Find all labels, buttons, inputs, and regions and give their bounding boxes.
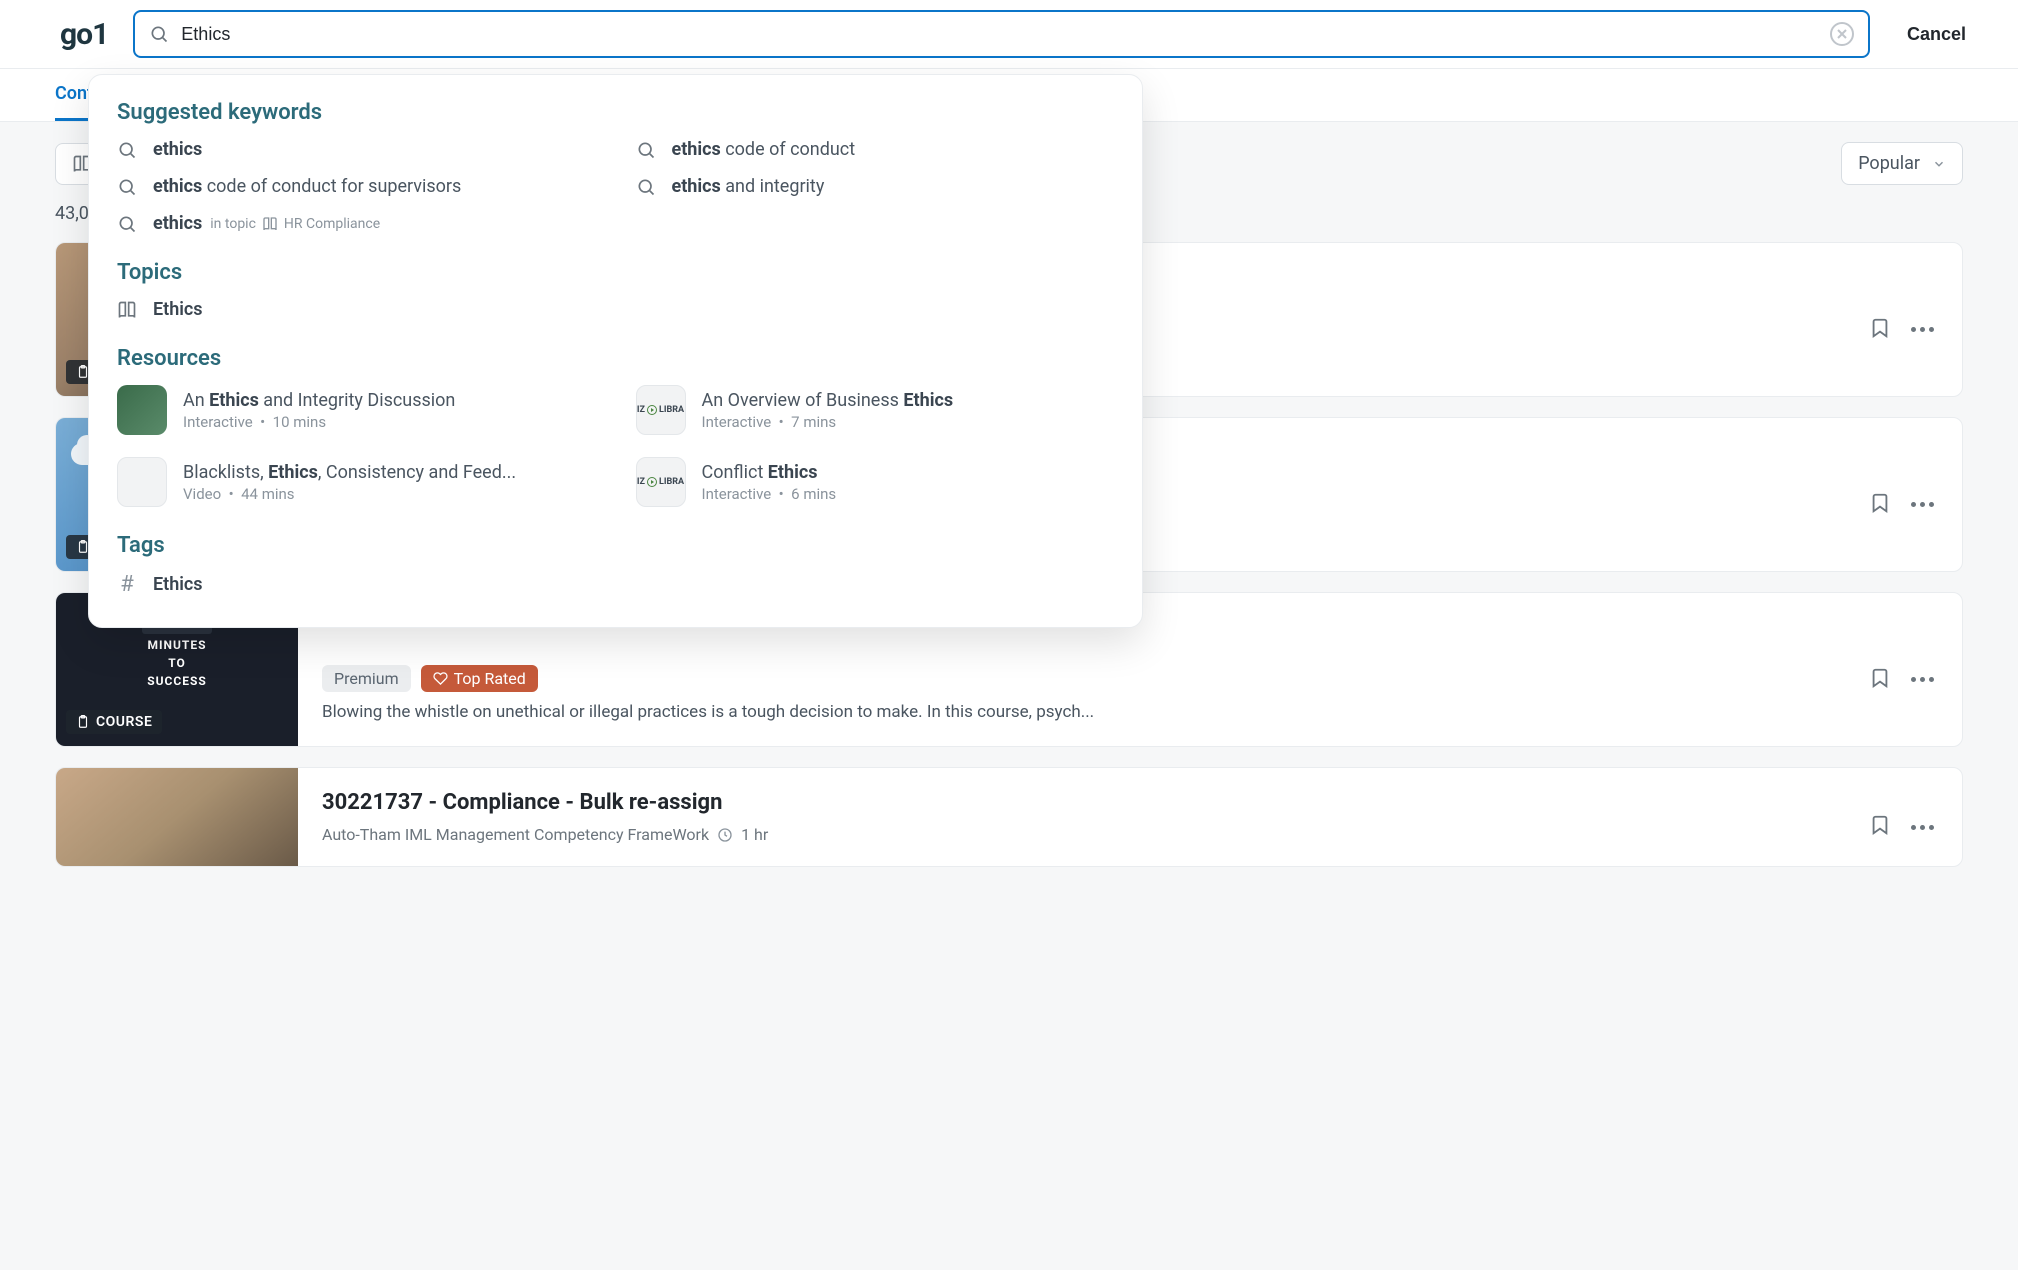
search-icon <box>117 177 137 197</box>
keyword-suggestion[interactable]: ethics in topic HR Compliance <box>117 213 596 234</box>
topics-section: Topics Ethics <box>117 260 1114 320</box>
hash-icon: # <box>117 572 137 597</box>
premium-badge: Premium <box>322 665 411 692</box>
bookmark-icon <box>1869 317 1891 339</box>
close-icon <box>1837 29 1847 39</box>
card-thumbnail <box>56 768 298 866</box>
card-actions <box>1869 243 1962 396</box>
bookmark-button[interactable] <box>1869 317 1891 343</box>
section-title: Tags <box>117 533 1114 558</box>
cancel-button[interactable]: Cancel <box>1895 16 1978 53</box>
top-rated-badge: Top Rated <box>421 665 538 692</box>
keyword-suggestion[interactable]: ethics and integrity <box>636 176 1115 197</box>
badge-row: Premium Top Rated <box>322 665 1845 692</box>
search-suggestions-panel: Suggested keywords ethics ethics code of… <box>88 74 1143 628</box>
resource-thumbnail <box>117 457 167 507</box>
search-icon <box>636 140 656 160</box>
book-icon <box>262 216 278 232</box>
heart-icon <box>433 671 448 686</box>
course-card[interactable]: 30221737 - Compliance - Bulk re-assign A… <box>55 767 1963 867</box>
more-actions-button[interactable] <box>1911 502 1934 507</box>
tag-suggestion[interactable]: # Ethics <box>117 572 1114 597</box>
resources-section: Resources An Ethics and Integrity Discus… <box>117 346 1114 507</box>
bookmark-button[interactable] <box>1869 667 1891 693</box>
more-actions-button[interactable] <box>1911 677 1934 682</box>
section-title: Suggested keywords <box>117 100 1114 125</box>
chevron-down-icon <box>1932 157 1946 171</box>
card-description: Blowing the whistle on unethical or ille… <box>322 702 1845 722</box>
card-actions <box>1869 593 1962 746</box>
topic-suggestion[interactable]: Ethics <box>117 299 1114 320</box>
more-actions-button[interactable] <box>1911 327 1934 332</box>
bookmark-icon <box>1869 667 1891 689</box>
more-actions-button[interactable] <box>1911 825 1934 830</box>
clear-search-button[interactable] <box>1830 22 1854 46</box>
search-icon <box>149 24 169 44</box>
bookmark-button[interactable] <box>1869 814 1891 840</box>
search-container <box>133 10 1870 58</box>
resource-suggestion[interactable]: Blacklists, Ethics, Consistency and Feed… <box>117 457 596 507</box>
resource-thumbnail <box>117 385 167 435</box>
clipboard-icon <box>76 715 90 729</box>
resource-thumbnail: IZLIBRA <box>636 457 686 507</box>
resource-suggestion[interactable]: An Ethics and Integrity Discussion Inter… <box>117 385 596 435</box>
bookmark-icon <box>1869 492 1891 514</box>
keyword-suggestion[interactable]: ethics code of conduct <box>636 139 1115 160</box>
search-icon <box>636 177 656 197</box>
card-title: 30221737 - Compliance - Bulk re-assign <box>322 790 1845 815</box>
bookmark-icon <box>1869 814 1891 836</box>
keyword-suggestion[interactable]: ethics code of conduct for supervisors <box>117 176 596 197</box>
search-icon <box>117 214 137 234</box>
sort-dropdown[interactable]: Popular <box>1841 142 1963 185</box>
header: go1 Cancel <box>0 0 2018 69</box>
search-box[interactable] <box>133 10 1870 58</box>
search-icon <box>117 140 137 160</box>
sort-label: Popular <box>1858 153 1920 174</box>
keyword-suggestion[interactable]: ethics <box>117 139 596 160</box>
section-title: Resources <box>117 346 1114 371</box>
tags-section: Tags # Ethics <box>117 533 1114 597</box>
card-actions <box>1869 418 1962 571</box>
card-body: 30221737 - Compliance - Bulk re-assign A… <box>298 768 1869 866</box>
suggested-keywords-section: Suggested keywords ethics ethics code of… <box>117 100 1114 234</box>
body-area: Topics Popular 43,065 results COURSE <box>0 122 2018 1270</box>
clock-icon <box>717 827 733 843</box>
resource-thumbnail: IZLIBRA <box>636 385 686 435</box>
search-input[interactable] <box>181 24 1818 45</box>
book-icon <box>117 300 137 320</box>
bookmark-button[interactable] <box>1869 492 1891 518</box>
card-actions <box>1869 768 1962 866</box>
resource-suggestion[interactable]: IZLIBRA An Overview of Business Ethics I… <box>636 385 1115 435</box>
content-type-tag: COURSE <box>66 710 162 734</box>
card-meta: Auto-Tham IML Management Competency Fram… <box>322 825 1845 844</box>
resource-suggestion[interactable]: IZLIBRA Conflict Ethics Interactive • 6 … <box>636 457 1115 507</box>
logo: go1 <box>60 17 108 52</box>
section-title: Topics <box>117 260 1114 285</box>
